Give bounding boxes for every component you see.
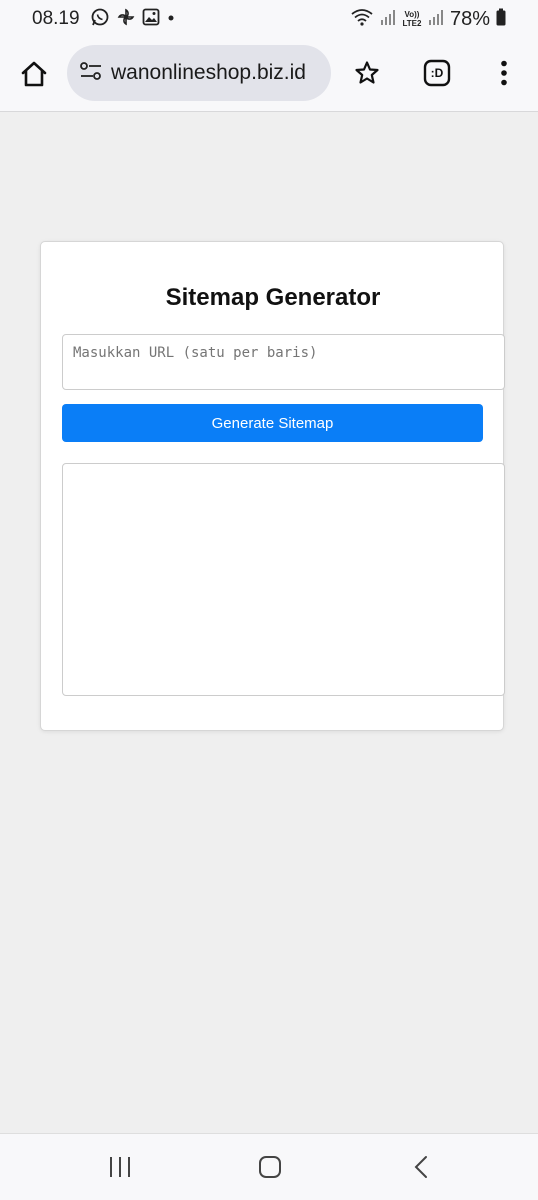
signal-icon — [428, 8, 444, 31]
sitemap-card: Sitemap Generator Generate Sitemap — [40, 241, 505, 731]
wifi-icon — [350, 7, 374, 32]
sitemap-output[interactable] — [62, 463, 505, 696]
extension-label: :D — [430, 66, 444, 80]
star-icon — [355, 61, 379, 84]
more-menu-button[interactable] — [490, 56, 518, 90]
pinwheel-icon — [116, 7, 136, 32]
url-text[interactable]: wanonlineshop.biz.id — [111, 61, 306, 85]
whatsapp-icon — [90, 7, 110, 32]
extension-button[interactable]: :D — [422, 58, 452, 88]
more-vert-icon — [501, 60, 507, 86]
site-settings-icon[interactable] — [79, 60, 103, 87]
dot-icon — [166, 10, 176, 28]
address-bar[interactable]: wanonlineshop.biz.id — [67, 45, 331, 101]
back-button[interactable] — [410, 1154, 432, 1180]
browser-toolbar: wanonlineshop.biz.id :D — [0, 38, 538, 112]
home-button[interactable] — [16, 56, 52, 92]
url-input[interactable] — [62, 334, 505, 390]
battery-icon — [496, 8, 506, 31]
bookmark-button[interactable] — [352, 58, 382, 88]
recent-apps-button[interactable] — [106, 1154, 134, 1180]
status-left: 08.19 — [32, 7, 176, 32]
recent-apps-icon — [110, 1157, 130, 1177]
back-icon — [414, 1156, 427, 1178]
status-time: 08.19 — [32, 8, 80, 29]
signal-icon — [380, 8, 396, 31]
gallery-icon — [142, 8, 160, 31]
home-icon — [21, 61, 47, 87]
battery-percent: 78% — [449, 7, 490, 30]
generate-sitemap-button[interactable]: Generate Sitemap — [62, 404, 483, 442]
network-label: Vo)) LTE2 — [402, 10, 422, 28]
home-nav-button[interactable] — [257, 1154, 283, 1180]
system-nav-bar — [0, 1133, 538, 1200]
page-title: Sitemap Generator — [165, 284, 381, 311]
status-bar: 08.19 Vo)) LTE2 78% — [0, 0, 538, 38]
status-right: Vo)) LTE2 78% — [350, 7, 506, 32]
home-nav-icon — [259, 1156, 281, 1178]
